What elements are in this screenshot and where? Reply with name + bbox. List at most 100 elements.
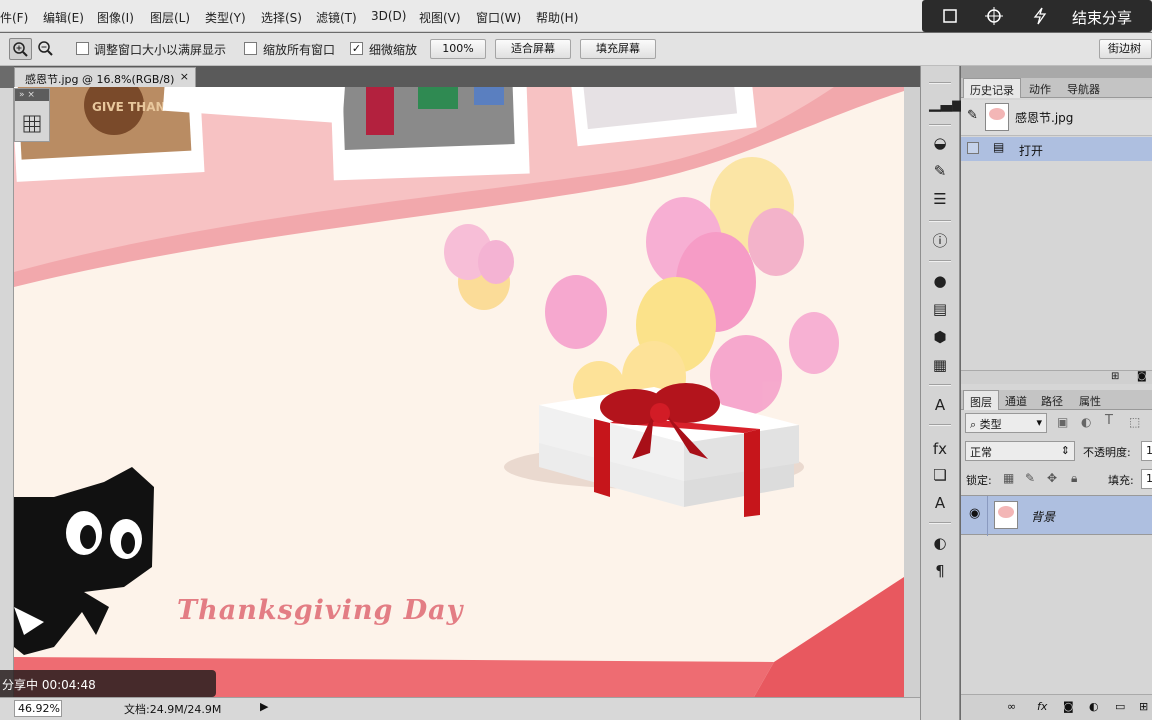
filter-pixel-icon[interactable]: ▣: [1057, 415, 1068, 429]
layers-footer: ∞ fx ◙ ◐ ▭ ⊞: [961, 694, 1152, 720]
tab-actions[interactable]: 动作: [1023, 78, 1057, 98]
menu-filter[interactable]: 滤镜(T): [316, 9, 357, 26]
zoom-all-label: 缩放所有窗口: [263, 43, 336, 57]
zoom-field[interactable]: 46.92%: [14, 700, 62, 717]
dock-separator: [929, 260, 951, 262]
crosshair-icon[interactable]: [972, 0, 1016, 32]
opacity-field[interactable]: 10: [1141, 441, 1152, 461]
menu-window[interactable]: 窗口(W): [476, 9, 521, 26]
info-icon[interactable]: ⓘ: [929, 230, 951, 252]
menu-type[interactable]: 类型(Y): [205, 9, 246, 26]
lock-pixels-icon[interactable]: ▦: [1003, 471, 1014, 485]
layer-name: 背景: [1031, 510, 1056, 524]
adjust-sliders-icon[interactable]: ☰: [929, 188, 951, 210]
new-layer-icon[interactable]: ⊞: [1139, 700, 1148, 713]
menu-3d[interactable]: 3D(D): [371, 9, 406, 23]
menu-edit[interactable]: 编辑(E): [43, 9, 84, 26]
brush-icon[interactable]: ✎: [929, 160, 951, 182]
lightning-icon[interactable]: [1018, 0, 1062, 32]
palette-icon[interactable]: ◒: [929, 132, 951, 154]
opacity-label: 不透明度:: [1083, 446, 1131, 459]
panel-dock: ▁▃▅ ◒ ✎ ☰ ⓘ ● ▤ ⬢ ▦ A fx ❏ A ◐ ¶: [920, 66, 964, 720]
fit-screen-button[interactable]: 适合屏幕: [495, 39, 571, 59]
zoom-all-checkbox[interactable]: [244, 42, 257, 55]
layer-fx-icon[interactable]: fx: [1037, 700, 1047, 713]
new-document-icon[interactable]: ⊞: [1111, 371, 1119, 382]
blend-mode-select[interactable]: 正常 ⇕: [965, 441, 1075, 461]
layer-thumbnail: [994, 501, 1018, 529]
history-source-checkbox[interactable]: [967, 142, 979, 154]
character-style-icon[interactable]: A: [929, 492, 951, 514]
grid-icon[interactable]: [23, 115, 41, 133]
add-mask-icon[interactable]: ◙: [1063, 700, 1074, 713]
menu-file[interactable]: 件(F): [0, 9, 28, 26]
resize-windows-label: 调整窗口大小以满屏显示: [94, 43, 227, 57]
fill-screen-button[interactable]: 填充屏幕: [580, 39, 656, 59]
end-share-button[interactable]: 结束分享: [1072, 7, 1132, 28]
menu-select[interactable]: 选择(S): [261, 9, 302, 26]
tools-panel: [0, 88, 14, 718]
link-layers-icon[interactable]: ∞: [1007, 700, 1016, 713]
camera-icon[interactable]: ◙: [1137, 371, 1147, 382]
layer-comps-icon[interactable]: ❏: [929, 464, 951, 486]
kuler-icon[interactable]: ●: [929, 270, 951, 292]
new-group-icon[interactable]: ▭: [1115, 700, 1125, 713]
adjustments-icon[interactable]: ◐: [929, 532, 951, 554]
notes-icon[interactable]: ▤: [929, 298, 951, 320]
snapshot-name: 感恩节.jpg: [1015, 111, 1074, 125]
fill-field[interactable]: 10: [1141, 469, 1152, 489]
filter-type-icon[interactable]: T: [1105, 413, 1113, 428]
right-panels: 历史记录 动作 导航器 ✎ 感恩节.jpg ▤ 打开 ⊞ ◙ 图层 通道 路径 …: [961, 66, 1152, 720]
tab-paths[interactable]: 路径: [1035, 390, 1069, 410]
tab-navigator[interactable]: 导航器: [1061, 78, 1106, 98]
document-tab[interactable]: 感恩节.jpg @ 16.8%(RGB/8) ×: [14, 67, 196, 87]
workspace-button[interactable]: 街边树语: [1099, 39, 1152, 59]
tab-channels[interactable]: 通道: [999, 390, 1033, 410]
document-canvas[interactable]: GIVE THANKS Thanksgiving Day: [14, 87, 904, 697]
histogram-icon[interactable]: ▁▃▅: [929, 92, 964, 114]
tab-layers[interactable]: 图层: [963, 390, 999, 410]
tab-properties[interactable]: 属性: [1073, 390, 1107, 410]
fx-icon[interactable]: fx: [929, 438, 951, 460]
scrubby-zoom-checkbox[interactable]: ✓: [350, 42, 363, 55]
zoom-out-icon[interactable]: [35, 38, 57, 60]
zoom-in-icon[interactable]: [9, 38, 32, 60]
layer-row-background[interactable]: ◉ 背景: [961, 495, 1152, 536]
document-icon[interactable]: ▦: [929, 354, 951, 376]
dock-separator: [929, 220, 951, 222]
paragraph-icon[interactable]: ¶: [929, 560, 951, 582]
menu-view[interactable]: 视图(V): [419, 9, 461, 26]
status-menu-arrow-icon[interactable]: ▶: [260, 700, 268, 713]
document-tab-title: 感恩节.jpg @ 16.8%(RGB/8): [25, 73, 175, 86]
canvas-artwork: GIVE THANKS Thanksgiving Day: [14, 87, 904, 697]
character-icon[interactable]: A: [929, 394, 951, 416]
photo-frame-middle: [330, 87, 530, 181]
chevron-down-icon: ▾: [1036, 416, 1042, 429]
adjustment-layer-icon[interactable]: ◐: [1089, 700, 1099, 713]
lock-move-icon[interactable]: ✥: [1047, 471, 1057, 485]
filter-shape-icon[interactable]: ⬚: [1129, 415, 1140, 429]
history-snapshot-row[interactable]: ✎ 感恩节.jpg: [961, 100, 1152, 136]
select-rect-icon[interactable]: [928, 0, 972, 32]
panel-header-icon[interactable]: » ×: [15, 89, 49, 101]
resize-windows-checkbox[interactable]: [76, 42, 89, 55]
zoom-100-button[interactable]: 100%: [430, 39, 486, 59]
menu-image[interactable]: 图像(I): [97, 9, 134, 26]
menu-layer[interactable]: 图层(L): [150, 9, 190, 26]
history-step-label: 打开: [1019, 144, 1044, 158]
tab-history[interactable]: 历史记录: [963, 78, 1021, 98]
filter-adjust-icon[interactable]: ◐: [1081, 415, 1091, 429]
visibility-eye-icon[interactable]: ◉: [969, 506, 980, 521]
menu-help[interactable]: 帮助(H): [536, 9, 578, 26]
layer-filter-select[interactable]: ⌕ 类型 ▾: [965, 413, 1047, 433]
lock-paint-icon[interactable]: ✎: [1025, 471, 1035, 485]
lock-all-icon[interactable]: 🔒︎: [1071, 471, 1077, 486]
share-toolbar: 结束分享: [922, 0, 1152, 32]
panel-collapse-bar[interactable]: [961, 66, 1152, 78]
vertical-scrollbar[interactable]: [904, 87, 920, 697]
filter-search-icon: ⌕: [970, 418, 980, 431]
history-step-row[interactable]: ▤ 打开: [961, 137, 1152, 161]
close-tab-icon[interactable]: ×: [180, 70, 189, 83]
3d-cube-icon[interactable]: ⬢: [929, 326, 951, 348]
dock-separator: [929, 124, 951, 126]
